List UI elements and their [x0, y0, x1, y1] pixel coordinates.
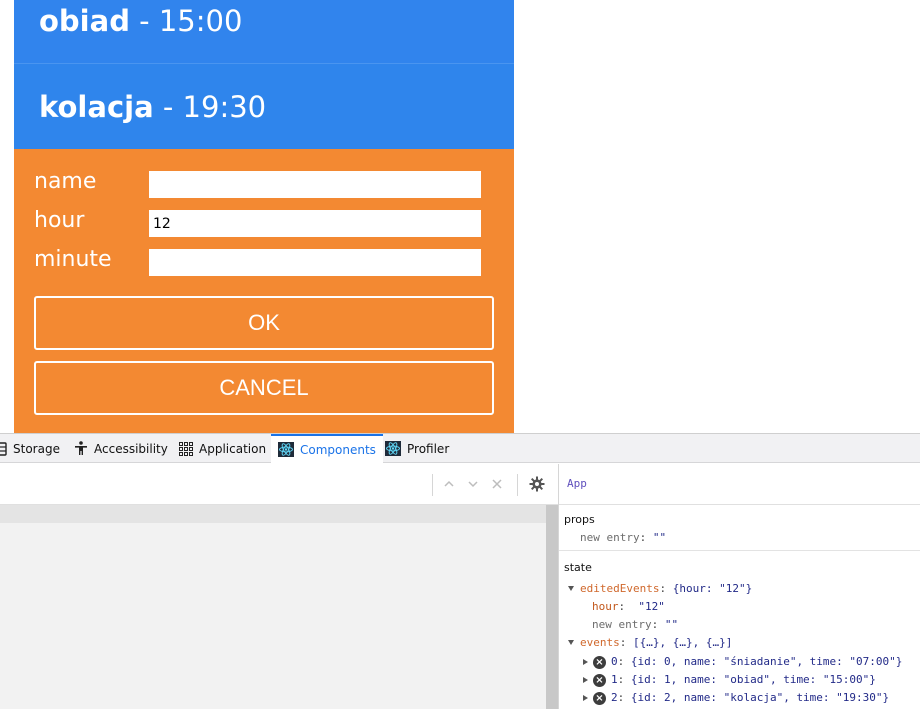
item-value: {id: 1, name: "obiad", time: "15:00"}: [630, 673, 876, 686]
minute-input[interactable]: [149, 249, 481, 276]
prop-row[interactable]: new entry: "": [580, 531, 666, 544]
selected-tree-row[interactable]: [0, 505, 546, 523]
remove-icon[interactable]: ×: [593, 692, 606, 705]
remove-icon[interactable]: ×: [593, 674, 606, 687]
state-section-title: state: [564, 561, 592, 574]
name-label: name: [34, 169, 97, 194]
tab-application[interactable]: Application: [179, 434, 266, 463]
tree-toolbar: [0, 464, 558, 505]
inspector-header: App: [559, 464, 920, 505]
item-index: 2: [611, 691, 618, 704]
state-child-value: "12": [638, 600, 665, 613]
expand-arrow-icon[interactable]: [568, 640, 574, 645]
tab-label: Accessibility: [94, 441, 168, 456]
form-row-hour: hour: [34, 208, 494, 238]
form-row-minute: minute: [34, 247, 494, 277]
react-icon: [278, 442, 294, 457]
component-tree[interactable]: [0, 505, 546, 709]
selected-component-name: App: [567, 477, 587, 490]
state-row-events[interactable]: events: [{…}, {…}, {…}]: [580, 636, 732, 649]
tab-storage[interactable]: Storage: [0, 434, 60, 463]
name-input[interactable]: [149, 171, 481, 198]
accessibility-icon: [75, 441, 87, 455]
events-item-row[interactable]: 1: {id: 1, name: "obiad", time: "15:00"}: [611, 673, 876, 686]
pane-resizer[interactable]: [546, 505, 558, 709]
state-row-edited-events[interactable]: editedEvents: {hour: "12"}: [580, 582, 752, 595]
state-key: events: [580, 636, 620, 649]
storage-icon: [0, 441, 7, 456]
section-divider: [559, 550, 920, 551]
close-icon[interactable]: [489, 476, 505, 492]
collapse-arrow-icon[interactable]: [583, 659, 588, 665]
gear-icon[interactable]: [529, 476, 545, 492]
event-name: obiad: [39, 4, 130, 38]
devtools-panel: Storage Accessibility Application Compon…: [0, 433, 920, 709]
minute-label: minute: [34, 247, 112, 272]
event-name: kolacja: [39, 89, 154, 124]
remove-icon[interactable]: ×: [593, 656, 606, 669]
state-summary: {hour: "12"}: [672, 582, 753, 595]
devtools-tab-bar: Storage Accessibility Application Compon…: [0, 434, 920, 463]
component-tree-pane: [0, 464, 558, 709]
event-time: 15:00: [158, 4, 243, 38]
state-child-key: hour: [592, 600, 619, 613]
hour-input[interactable]: [149, 210, 481, 237]
event-time: 19:30: [182, 89, 267, 124]
tab-label: Storage: [13, 441, 60, 456]
prop-value: "": [652, 531, 667, 544]
state-summary: [{…}, {…}, {…}]: [633, 636, 733, 649]
state-child-key: new entry: [592, 618, 652, 631]
item-index: 0: [611, 655, 618, 668]
event-separator: -: [153, 89, 183, 124]
chevron-down-icon[interactable]: [465, 476, 481, 492]
ok-button[interactable]: OK: [34, 296, 494, 350]
props-section-title: props: [564, 513, 595, 526]
chevron-up-icon[interactable]: [441, 476, 457, 492]
event-separator: -: [129, 4, 159, 38]
state-child-value: "": [664, 618, 679, 631]
item-index: 1: [611, 673, 618, 686]
hour-label: hour: [34, 208, 85, 233]
inspector-pane: App props new entry: "" state editedEven…: [558, 464, 920, 709]
form-row-name: name: [34, 169, 494, 199]
toolbar-divider: [517, 474, 518, 496]
collapse-arrow-icon[interactable]: [583, 677, 588, 683]
event-item[interactable]: kolacja - 19:30: [14, 64, 514, 149]
tab-components[interactable]: Components: [271, 434, 383, 463]
prop-key: new entry: [580, 531, 640, 544]
toolbar-divider: [432, 474, 433, 496]
tab-label: Components: [300, 442, 376, 457]
tab-accessibility[interactable]: Accessibility: [74, 434, 168, 463]
expand-arrow-icon[interactable]: [568, 586, 574, 591]
collapse-arrow-icon[interactable]: [583, 695, 588, 701]
react-icon: [385, 441, 401, 456]
app-root: obiad - 15:00 kolacja - 19:30 name hour …: [14, 0, 514, 433]
grid-icon: [179, 441, 193, 456]
state-child-row[interactable]: new entry: "": [592, 618, 678, 631]
item-value: {id: 2, name: "kolacja", time: "19:30"}: [630, 691, 890, 704]
state-child-row[interactable]: hour: "12": [592, 600, 665, 613]
cancel-button[interactable]: CANCEL: [34, 361, 494, 415]
item-value: {id: 0, name: "śniadanie", time: "07:00"…: [630, 655, 903, 668]
state-key: editedEvents: [580, 582, 660, 595]
tab-label: Application: [199, 441, 267, 456]
tab-label: Profiler: [407, 441, 450, 456]
tab-profiler[interactable]: Profiler: [385, 434, 449, 463]
events-item-row[interactable]: 0: {id: 0, name: "śniadanie", time: "07:…: [611, 655, 902, 668]
events-item-row[interactable]: 2: {id: 2, name: "kolacja", time: "19:30…: [611, 691, 889, 704]
event-form: name hour minute OK CANCEL: [14, 149, 514, 433]
event-item[interactable]: obiad - 15:00: [14, 0, 514, 64]
